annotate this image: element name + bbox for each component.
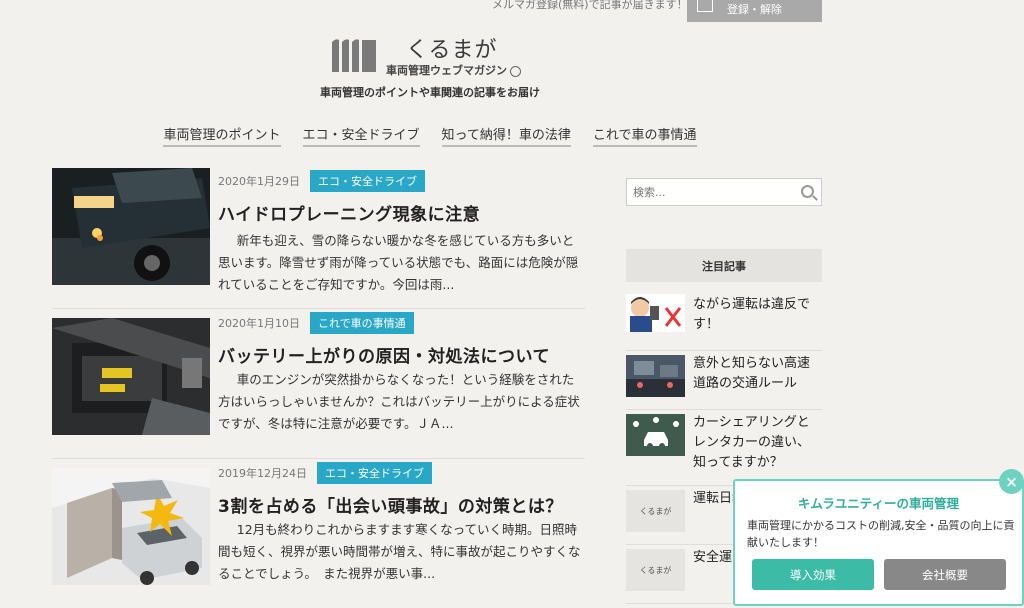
article-thumbnail-collision[interactable] xyxy=(52,468,210,585)
popular-title[interactable]: ながら運転は違反です！ xyxy=(693,295,821,335)
popular-heading: 注目記事 xyxy=(626,249,822,282)
article-title[interactable]: ハイドロプレーニング現象に注意 xyxy=(218,200,480,225)
introduction-effect-button[interactable]: 導入効果 xyxy=(752,559,874,590)
article-date: 2019年12月24日 xyxy=(218,467,307,480)
popular-item[interactable]: カーシェアリングとレンタカーの違い、知ってますか？ xyxy=(626,410,822,486)
category-nav: 車両管理のポイント エコ・安全ドライブ 知って納得！車の法律 これで車の事情通 xyxy=(0,124,860,147)
search-icon[interactable] xyxy=(801,185,814,198)
category-badge[interactable]: これで車の事情通 xyxy=(310,312,414,334)
popular-title[interactable]: 意外と知らない高速道路の交通ルール xyxy=(693,354,821,394)
newsletter-label: メルマガ登録(無料)で記事が届きます！ xyxy=(492,0,688,11)
article-meta: 2019年12月24日 エコ・安全ドライブ xyxy=(218,462,432,484)
article-meta: 2020年1月29日 エコ・安全ドライブ xyxy=(218,170,425,192)
nav-item-vehicle-management[interactable]: 車両管理のポイント xyxy=(163,124,281,147)
popular-thumbnail-logo[interactable]: くるまが xyxy=(626,549,685,591)
article-title[interactable]: バッテリー上がりの原因・対処法について xyxy=(218,342,550,367)
article-excerpt: 新年も迎え、雪の降らない暖かな冬を感じている方も多いと思います。降雪せず雨が降っ… xyxy=(218,233,579,292)
nav-item-eco-safe-drive[interactable]: エコ・安全ドライブ xyxy=(302,124,420,147)
article-excerpt: 車のエンジンが突然掛からなくなった！という経験をされた方はいらっしゃいませんか？… xyxy=(218,372,580,431)
newsletter-text: メルマガ登録(無料)で記事が届きます！→ xyxy=(492,0,703,12)
popular-thumbnail-car-sharing[interactable] xyxy=(626,414,685,456)
article-thumbnail-rain-car[interactable] xyxy=(52,168,210,285)
article-title[interactable]: 3割を占める「出会い頭事故」の対策とは？ xyxy=(218,492,563,517)
article-item[interactable]: 2020年1月10日 これで車の事情通 バッテリー上がりの原因・対処法について … xyxy=(52,309,585,459)
logo-subtitle-text: 車両管理ウェブマガジン xyxy=(386,64,507,77)
popup-title: キムラユニティーの車両管理 xyxy=(797,496,960,511)
newsletter-button-label: 登録・解除 xyxy=(727,3,782,16)
category-badge[interactable]: エコ・安全ドライブ xyxy=(310,170,425,192)
promo-popup: キムラユニティーの車両管理 車両管理にかかるコストの削減,安全・品質の向上に貢献… xyxy=(733,479,1024,606)
popular-title[interactable]: カーシェアリングとレンタカーの違い、知ってますか？ xyxy=(693,413,821,473)
popular-thumbnail-logo[interactable]: くるまが xyxy=(626,490,685,532)
search-box[interactable] xyxy=(626,178,822,206)
mail-icon xyxy=(697,0,713,12)
article-thumbnail-battery[interactable] xyxy=(52,318,210,435)
nav-item-car-info[interactable]: これで車の事情通 xyxy=(592,124,697,147)
category-badge[interactable]: エコ・安全ドライブ xyxy=(317,462,432,484)
thumbnail-logo-text: くるまが xyxy=(639,565,672,575)
article-list: 2020年1月29日 エコ・安全ドライブ ハイドロプレーニング現象に注意 新年も… xyxy=(52,168,585,608)
popup-description: 車両管理にかかるコストの削減,安全・品質の向上に貢献いたします！ xyxy=(747,519,1015,549)
logo-subtitle: 車両管理ウェブマガジン xyxy=(386,62,521,78)
thumbnail-logo-text: くるまが xyxy=(639,506,672,516)
site-tagline: 車両管理のポイントや車関連の記事をお届け xyxy=(320,86,540,99)
check-circle-icon xyxy=(510,65,521,77)
books-logo-icon xyxy=(332,39,376,72)
company-overview-button[interactable]: 会社概要 xyxy=(884,559,1006,590)
article-date: 2020年1月10日 xyxy=(218,317,300,330)
article-item[interactable]: 2019年12月24日 エコ・安全ドライブ 3割を占める「出会い頭事故」の対策と… xyxy=(52,459,585,608)
popular-item[interactable]: ながら運転は違反です！ xyxy=(626,292,822,351)
logo-name: くるまが xyxy=(406,38,498,63)
close-icon[interactable]: × xyxy=(999,469,1024,494)
search-input[interactable] xyxy=(633,185,793,199)
popular-thumbnail-highway[interactable] xyxy=(626,355,685,397)
article-date: 2020年1月29日 xyxy=(218,175,300,188)
popular-thumbnail-phone-driving[interactable] xyxy=(626,294,685,332)
nav-item-car-law[interactable]: 知って納得！車の法律 xyxy=(441,124,571,147)
article-meta: 2020年1月10日 これで車の事情通 xyxy=(218,312,414,334)
article-item[interactable]: 2020年1月29日 エコ・安全ドライブ ハイドロプレーニング現象に注意 新年も… xyxy=(52,168,585,309)
popular-item[interactable]: 意外と知らない高速道路の交通ルール xyxy=(626,351,822,410)
newsletter-register-button[interactable]: 登録・解除 xyxy=(687,0,822,22)
article-excerpt: 12月も終わりこれからますます寒くなっていく時期。日照時間も短く、視界が悪い時間… xyxy=(218,522,581,581)
